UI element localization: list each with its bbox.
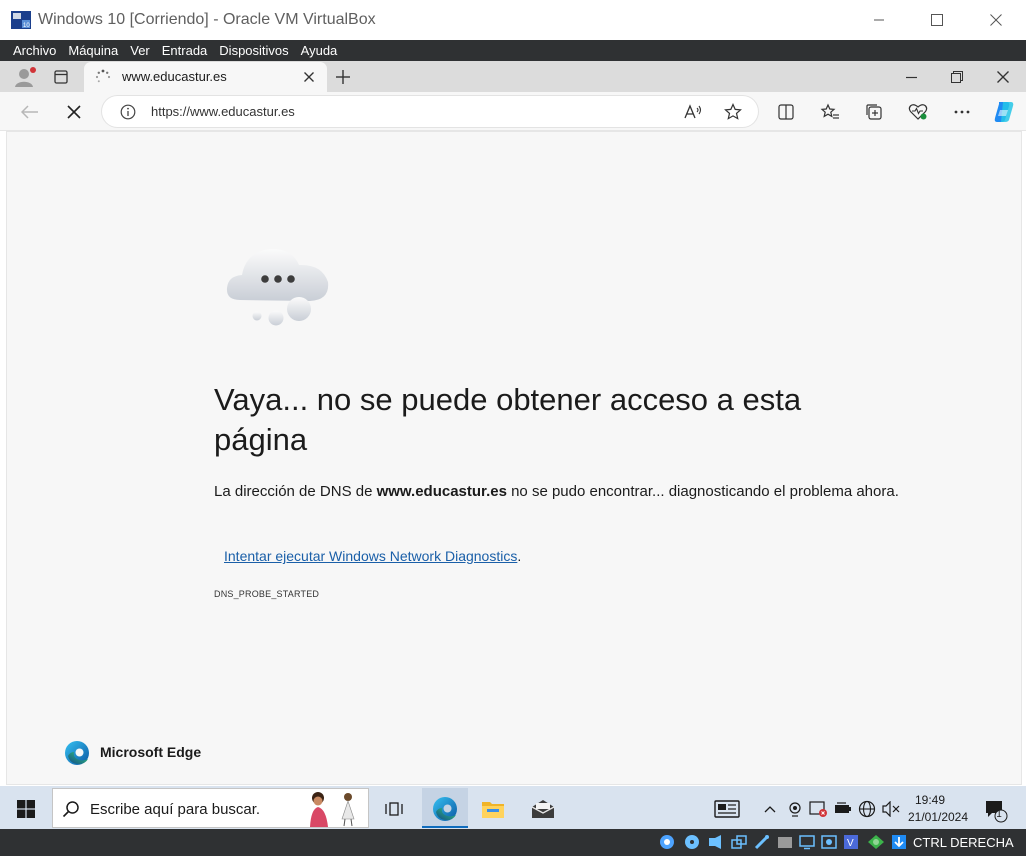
vbox-maximize-button[interactable] [915, 6, 959, 34]
split-screen-icon[interactable] [775, 101, 797, 123]
taskbar-edge-icon[interactable] [430, 794, 460, 824]
vbox-menubar: Archivo Máquina Ver Entrada Dispositivos… [0, 40, 1026, 61]
edge-restore-button[interactable] [948, 68, 966, 86]
address-url[interactable]: https://www.educastur.es [151, 104, 295, 119]
status-hard-disk-icon[interactable] [658, 833, 676, 851]
error-description-suffix: no se pudo encontrar... diagnosticando e… [506, 483, 899, 500]
status-usb-icon[interactable] [753, 833, 771, 851]
tab-title: www.educastur.es [122, 69, 227, 84]
svg-text:V: V [847, 838, 854, 849]
new-tab-icon[interactable] [332, 66, 354, 88]
virtualbox-app-icon: 10 [10, 10, 32, 30]
tray-vm-status-icon[interactable] [808, 799, 828, 819]
taskbar-search-placeholder: Escribe aquí para buscar. [90, 801, 261, 818]
status-vt-x-icon[interactable]: V [842, 833, 860, 851]
search-highlight-illustration [298, 789, 364, 827]
status-guest-additions-icon[interactable] [866, 833, 886, 851]
tray-webcam-icon[interactable] [786, 799, 804, 819]
windows-start-icon[interactable] [8, 794, 44, 824]
loading-spinner-icon [94, 68, 112, 86]
host-key-label: CTRL DERECHA [913, 835, 1014, 850]
tray-network-globe-icon[interactable] [856, 799, 878, 819]
tray-chevron-up-icon[interactable] [760, 800, 780, 818]
error-description: La dirección de DNS de www.educastur.es … [214, 480, 914, 504]
file-explorer-icon[interactable] [478, 794, 508, 824]
tray-battery-icon[interactable] [832, 799, 854, 819]
site-info-icon[interactable] [118, 103, 138, 121]
vbox-minimize-button[interactable] [857, 6, 901, 34]
status-recording-icon[interactable] [820, 833, 838, 851]
stop-loading-icon[interactable] [62, 101, 86, 123]
task-view-icon[interactable] [380, 796, 408, 822]
error-code: DNS_PROBE_STARTED [214, 589, 320, 599]
notification-count: 1 [996, 809, 1002, 820]
edge-minimize-button[interactable] [902, 68, 920, 86]
edge-logo-icon [64, 740, 90, 766]
vbox-close-button[interactable] [974, 6, 1018, 34]
favorites-icon[interactable] [819, 101, 841, 123]
status-audio-icon[interactable] [707, 833, 725, 851]
favorite-star-icon[interactable] [722, 101, 744, 123]
tab-close-icon[interactable] [300, 69, 318, 85]
error-description-prefix: La dirección de DNS de [214, 483, 377, 500]
menu-ver[interactable]: Ver [124, 40, 156, 61]
diagnostics-link-container: Intentar ejecutar Windows Network Diagno… [224, 548, 521, 564]
news-widget-icon[interactable] [712, 797, 742, 821]
edge-brand-label: Microsoft Edge [100, 744, 202, 760]
error-title: Vaya... no se puede obtener acceso a est… [214, 382, 802, 457]
menu-dispositivos[interactable]: Dispositivos [213, 40, 294, 61]
copilot-icon[interactable] [990, 98, 1018, 126]
status-shared-folders-icon[interactable] [776, 833, 794, 851]
read-aloud-icon[interactable] [682, 101, 704, 123]
collections-icon[interactable] [863, 101, 885, 123]
back-arrow-icon[interactable] [18, 101, 42, 123]
menu-entrada[interactable]: Entrada [156, 40, 214, 61]
status-optical-drive-icon[interactable] [683, 833, 701, 851]
edge-close-button[interactable] [994, 68, 1012, 86]
tray-volume-muted-icon[interactable] [880, 799, 902, 819]
browser-essentials-icon[interactable] [907, 101, 929, 123]
network-diagnostics-link[interactable]: Intentar ejecutar Windows Network Diagno… [224, 548, 517, 564]
taskbar-edge-active-indicator [422, 826, 468, 828]
taskbar-clock-date[interactable]: 21/01/2024 [906, 810, 970, 824]
menu-archivo[interactable]: Archivo [0, 40, 62, 61]
status-network-icon[interactable] [730, 833, 748, 851]
svg-text:10: 10 [23, 23, 30, 29]
search-icon [60, 798, 82, 820]
mail-icon[interactable] [528, 794, 558, 824]
menu-ayuda[interactable]: Ayuda [295, 40, 344, 61]
status-display-icon[interactable] [798, 833, 816, 851]
more-options-icon[interactable] [951, 101, 973, 123]
tab-actions-icon[interactable] [50, 66, 72, 88]
diagnostics-link-suffix: . [517, 548, 522, 564]
thinking-cloud-icon [222, 244, 334, 330]
error-description-domain: www.educastur.es [376, 483, 507, 500]
vbox-window-title: Windows 10 [Corriendo] - Oracle VM Virtu… [38, 11, 376, 28]
menu-maquina[interactable]: Máquina [62, 40, 124, 61]
status-mouse-integration-icon[interactable] [890, 833, 908, 851]
taskbar-clock-time[interactable]: 19:49 [910, 793, 950, 807]
profile-avatar-icon[interactable] [12, 65, 38, 89]
